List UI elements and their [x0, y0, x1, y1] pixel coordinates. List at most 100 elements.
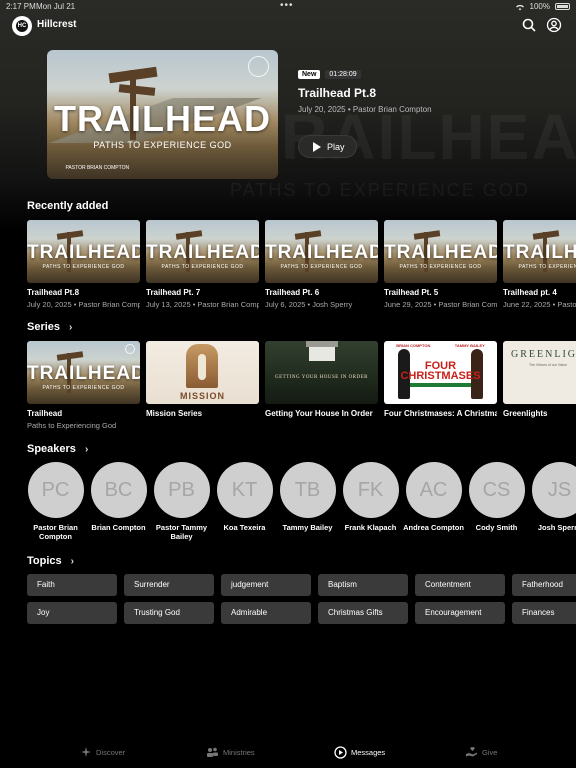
speaker-item[interactable]: CS Cody Smith	[465, 462, 528, 532]
hero-background-art: TRAILHEAD PATHS TO EXPERIENCE GOD	[230, 40, 576, 210]
series-card[interactable]: GETTING YOUR HOUSE IN ORDER Getting Your…	[265, 341, 378, 418]
series-card[interactable]: GREENLIGHTS The Virtues of our Vision Gr…	[503, 341, 576, 418]
series-heading[interactable]: Series ›	[27, 321, 72, 333]
series-card[interactable]: MISSION Mission Series	[146, 341, 259, 418]
topic-chip[interactable]: Faith	[27, 574, 117, 596]
art-house	[306, 341, 338, 361]
avatar: PC	[27, 462, 84, 518]
speakers-heading[interactable]: Speakers ›	[27, 443, 88, 455]
topic-chip[interactable]: Fatherhood	[512, 574, 576, 596]
speaker-item[interactable]: PB Pastor Tammy Bailey	[150, 462, 213, 541]
series-card-title: Four Christmases: A Christmas Series	[384, 409, 497, 418]
tab-label: Ministries	[223, 747, 255, 757]
topic-chip[interactable]: Encouragement	[415, 602, 505, 624]
topics-heading[interactable]: Topics ›	[27, 555, 74, 567]
play-button[interactable]: Play	[298, 135, 357, 158]
series-row[interactable]: TRAILHEAD PATHS TO EXPERIENCE GOD Trailh…	[0, 341, 576, 433]
speaker-item[interactable]: KT Koa Texeira	[213, 462, 276, 532]
topic-chip[interactable]: Contentment	[415, 574, 505, 596]
art-title: TRAILHEAD	[146, 242, 259, 263]
tab-messages[interactable]: Messages	[334, 746, 385, 759]
people-icon	[207, 747, 218, 757]
topic-chip[interactable]: Joy	[27, 602, 117, 624]
give-hand-icon	[466, 747, 477, 757]
recent-card[interactable]: TRAILHEADPATHS TO EXPERIENCE GOD Trailhea…	[146, 220, 259, 309]
status-date: Mon Jul 21	[36, 2, 76, 11]
new-badge: New	[298, 70, 321, 79]
art-title: FOUR CHRISTMASES	[384, 361, 497, 382]
series-artwork: TRAILHEAD PATHS TO EXPERIENCE GOD	[27, 341, 140, 404]
art-title: TRAILHEAD	[265, 242, 378, 263]
series-card-title: Greenlights	[503, 409, 548, 418]
avatar: KT	[216, 462, 273, 518]
topic-chip[interactable]: Surrender	[124, 574, 214, 596]
recent-artwork: TRAILHEADPATHS TO EXPERIENCE GOD	[265, 220, 378, 283]
speaker-name: Tammy Bailey	[282, 523, 333, 532]
art-title: GREENLIGHTS	[511, 349, 576, 360]
tab-discover[interactable]: Discover	[80, 746, 125, 758]
art-disc	[125, 344, 136, 355]
art-title: GETTING YOUR HOUSE IN ORDER	[274, 375, 369, 380]
recent-artwork: TRAILHEADPATHS TO EXPERIENCE GOD	[27, 220, 140, 283]
art-subtitle: The Virtues of our Vision	[529, 363, 568, 367]
recent-card[interactable]: TRAILHEADPATHS TO EXPERIENCE GOD Trailhea…	[265, 220, 378, 309]
wifi-icon	[515, 4, 524, 10]
topics-title: Topics	[27, 555, 62, 567]
speakers-row[interactable]: PC Pastor Brian Compton BC Brian Compton PB P…	[0, 462, 576, 544]
tab-give[interactable]: Give	[465, 746, 497, 758]
topic-chip[interactable]: Trusting God	[124, 602, 214, 624]
logo-mark: HC	[16, 20, 28, 32]
art-subtitle: PATHS TO EXPERIENCE GOD	[42, 264, 125, 270]
art-subtitle: PATHS TO EXPERIENCE GOD	[161, 264, 244, 270]
speaker-name: Andrea Compton	[403, 523, 464, 532]
duration-badge: 01:28:09	[325, 70, 361, 79]
account-icon[interactable]	[546, 17, 562, 33]
speaker-item[interactable]: JS Josh Sperry	[528, 462, 576, 532]
recent-card[interactable]: TRAILHEADPATHS TO EXPERIENCE GOD Trailhea…	[27, 220, 140, 309]
recent-card-title: Trailhead Pt. 6	[265, 288, 320, 297]
multitasking-dots-icon[interactable]: •••	[280, 0, 294, 11]
art-title: TRAILHEAD	[27, 242, 140, 263]
recent-card[interactable]: TRAILHEADPATHS TO EXPERIENCE GOD Trailhea…	[503, 220, 576, 309]
topic-chip[interactable]: Christmas Gifts	[318, 602, 408, 624]
search-icon[interactable]	[521, 17, 537, 33]
avatar: TB	[279, 462, 336, 518]
avatar: CS	[468, 462, 525, 518]
series-card-title: Trailhead	[27, 409, 63, 418]
art-sign-board	[118, 84, 156, 96]
church-logo-icon[interactable]: HC	[12, 16, 32, 36]
speaker-item[interactable]: PC Pastor Brian Compton	[24, 462, 87, 541]
series-card[interactable]: TRAILHEAD PATHS TO EXPERIENCE GOD Trailh…	[27, 341, 140, 430]
recently-added-row[interactable]: TRAILHEAD PATHS TO EXPERIENCE GOD Trailhea…	[0, 220, 576, 312]
featured-title[interactable]: Trailhead Pt.8	[298, 86, 432, 100]
topic-chip[interactable]: Baptism	[318, 574, 408, 596]
recent-card-title: Trailhead pt. 4	[503, 288, 557, 297]
speaker-name: Koa Texeira	[223, 523, 266, 532]
play-icon	[313, 141, 321, 152]
status-bar: 2:17 PM Mon Jul 21 ••• 100%	[0, 0, 576, 14]
series-card[interactable]: BRIAN COMPTON TAMMY BAILEY FOUR CHRISTMA…	[384, 341, 497, 418]
speaker-name: Pastor Brian Compton	[33, 523, 78, 541]
recent-card-meta: June 22, 2025 • Pastor Brian Compton	[503, 300, 576, 309]
tab-bar: Discover Ministries Messages Give	[0, 740, 576, 768]
speaker-item[interactable]: FK Frank Klapach	[339, 462, 402, 532]
tab-label: Discover	[96, 747, 126, 757]
speaker-item[interactable]: BC Brian Compton	[87, 462, 150, 532]
tab-ministries[interactable]: Ministries	[206, 746, 255, 758]
series-artwork: MISSION	[146, 341, 259, 404]
recent-card-meta: July 6, 2025 • Josh Sperry	[265, 300, 353, 309]
speaker-name: Cody Smith	[475, 523, 518, 532]
topic-chip[interactable]: judgement	[221, 574, 311, 596]
avatar: FK	[342, 462, 399, 518]
recent-artwork: TRAILHEADPATHS TO EXPERIENCE GOD	[384, 220, 497, 283]
featured-artwork[interactable]: TRAILHEAD PATHS TO EXPERIENCE GOD PASTOR…	[47, 50, 278, 179]
featured-meta: July 20, 2025 • Pastor Brian Compton	[298, 105, 432, 114]
recent-artwork: TRAILHEADPATHS TO EXPERIENCE GOD	[503, 220, 576, 283]
speaker-item[interactable]: AC Andrea Compton	[402, 462, 465, 532]
topic-chip[interactable]: Finances	[512, 602, 576, 624]
series-artwork: BRIAN COMPTON TAMMY BAILEY FOUR CHRISTMA…	[384, 341, 497, 404]
topic-chip[interactable]: Admirable	[221, 602, 311, 624]
top-bar: HC Hillcrest	[0, 14, 576, 38]
recent-card[interactable]: TRAILHEADPATHS TO EXPERIENCE GOD Trailhea…	[384, 220, 497, 309]
speaker-item[interactable]: TB Tammy Bailey	[276, 462, 339, 532]
